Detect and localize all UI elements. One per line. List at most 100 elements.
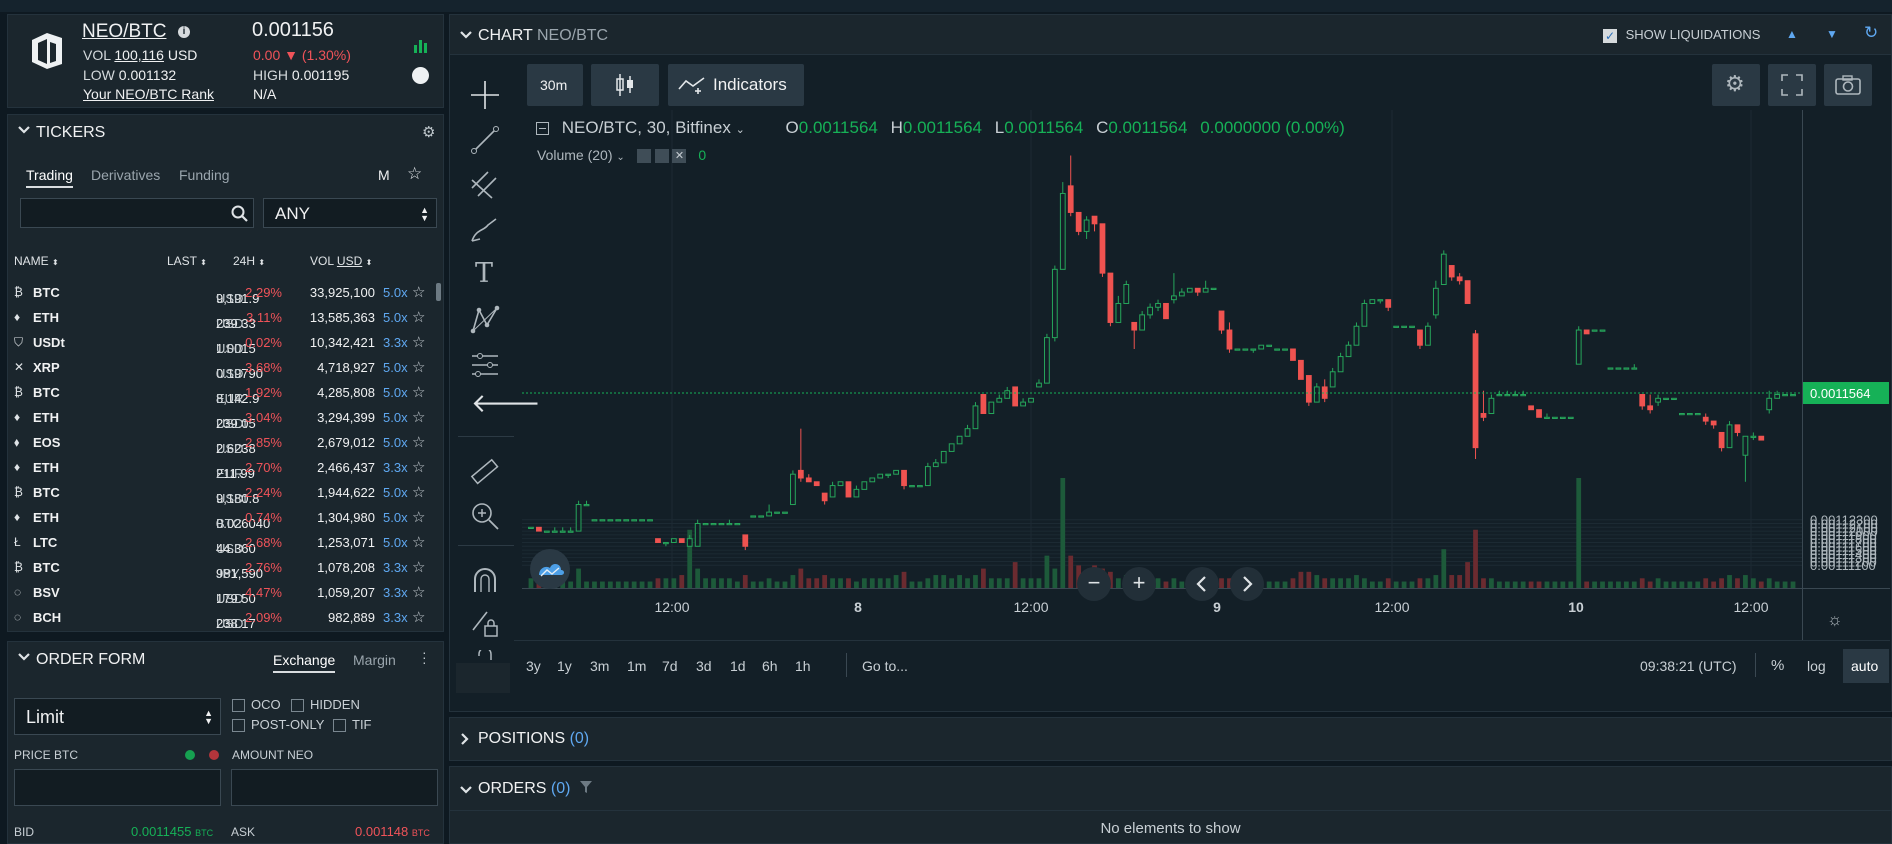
tickers-tab-funding[interactable]: Funding xyxy=(179,167,230,183)
ticker-leverage[interactable]: 5.0x xyxy=(383,535,408,550)
star-icon[interactable]: ☆ xyxy=(412,533,425,551)
cloud-logo-icon[interactable] xyxy=(530,549,570,589)
ticker-filter-select[interactable]: ANY ▲ ▼ xyxy=(263,198,437,228)
log-scale-button[interactable]: log xyxy=(1807,658,1826,674)
price-chart[interactable]: 0.00112300 0.00112200 0.00112100 0.00112000… xyxy=(522,110,1890,640)
timeframe-button[interactable]: 1d xyxy=(730,658,746,674)
ask-price[interactable]: 0.001148 BTC xyxy=(355,824,430,839)
star-icon[interactable]: ☆ xyxy=(412,433,425,451)
star-icon[interactable]: ☆ xyxy=(412,283,425,301)
positions-title[interactable]: POSITIONS (0) xyxy=(478,730,589,748)
ticker-leverage[interactable]: 5.0x xyxy=(383,385,408,400)
positions-expand-icon[interactable] xyxy=(460,732,470,746)
move-up-icon[interactable]: ▲ xyxy=(1786,27,1798,41)
pair-name[interactable]: NEO/BTC xyxy=(82,21,166,43)
ticker-leverage[interactable]: 5.0x xyxy=(383,485,408,500)
close-icon[interactable]: ✕ xyxy=(672,149,687,164)
timeframe-button[interactable]: 3y xyxy=(526,658,541,674)
ticker-leverage[interactable]: 3.3x xyxy=(383,560,408,575)
ticker-row[interactable]: ♦ ETH 239.05 USDt 3.04% 3,294,399 5.0x ☆ xyxy=(8,404,448,431)
price-input[interactable] xyxy=(14,769,221,806)
timeframe-button[interactable]: 3d xyxy=(696,658,712,674)
ticker-leverage[interactable]: 5.0x xyxy=(383,285,408,300)
amount-input[interactable] xyxy=(231,769,438,806)
star-icon[interactable]: ☆ xyxy=(412,358,425,376)
pattern-icon[interactable] xyxy=(470,305,500,335)
tickers-collapse-icon[interactable] xyxy=(17,125,31,135)
star-icon[interactable]: ☆ xyxy=(412,583,425,601)
ticker-leverage[interactable]: 3.3x xyxy=(383,610,408,625)
ticker-row[interactable]: ₿ BTC 8,142.9 EUR 1.92% 4,285,808 5.0x ☆ xyxy=(8,379,448,406)
tickers-settings-icon[interactable]: ⚙ xyxy=(422,123,435,141)
oco-checkbox[interactable]: OCO xyxy=(232,697,281,713)
info-icon[interactable]: i xyxy=(178,26,190,38)
tif-checkbox[interactable]: TIF xyxy=(333,717,372,733)
ticker-leverage[interactable]: 5.0x xyxy=(383,435,408,450)
col-last[interactable]: LAST ⬍ xyxy=(167,254,207,268)
star-icon[interactable]: ☆ xyxy=(412,308,425,326)
more-vertical-icon[interactable]: · · · xyxy=(422,645,427,669)
ticker-row[interactable]: ₿ BTC 981,590 JPY 2.76% 1,078,208 3.3x ☆ xyxy=(8,554,448,581)
timeframe-button[interactable]: 3m xyxy=(590,658,609,674)
timeframe-button[interactable]: 7d xyxy=(662,658,678,674)
order-form-collapse-icon[interactable] xyxy=(17,652,31,662)
ticker-leverage[interactable]: 5.0x xyxy=(383,360,408,375)
zoom-in-icon[interactable] xyxy=(470,501,500,531)
market-toggle-m[interactable]: M xyxy=(378,167,390,183)
ticker-row[interactable]: ⛉ USDt 1.0015 USD 0.02% 10,342,421 3.3x ☆ xyxy=(8,329,448,356)
ticker-row[interactable]: ♦ ETH 239.33 USD 3.11% 13,585,363 5.0x ☆ xyxy=(8,304,448,331)
eye-icon[interactable] xyxy=(636,149,651,164)
legend-symbol[interactable]: NEO/BTC, 30, Bitfinex xyxy=(562,118,731,137)
lock-drawing-icon[interactable] xyxy=(470,608,500,638)
star-icon[interactable]: ☆ xyxy=(412,558,425,576)
scroll-right-button[interactable] xyxy=(1230,567,1264,601)
tickers-tab-derivatives[interactable]: Derivatives xyxy=(91,167,160,183)
star-icon[interactable]: ☆ xyxy=(412,608,425,626)
trend-line-icon[interactable] xyxy=(470,125,500,155)
ticker-row[interactable]: ◌ BCH 238.17 USD 2.09% 982,889 3.3x ☆ xyxy=(8,604,448,631)
refresh-icon[interactable]: ↻ xyxy=(1864,23,1878,43)
chart-collapse-icon[interactable] xyxy=(459,30,473,40)
magnet-icon[interactable] xyxy=(470,565,500,595)
ticker-row[interactable]: ₿ BTC 9,191.9 USD 2.29% 33,925,100 5.0x ☆ xyxy=(8,279,448,306)
hidden-checkbox[interactable]: HIDDEN xyxy=(291,697,360,713)
move-down-icon[interactable]: ▼ xyxy=(1826,27,1838,41)
star-icon[interactable]: ☆ xyxy=(412,508,425,526)
col-vol[interactable]: VOL USD ⬍ xyxy=(310,254,372,268)
ticker-row[interactable]: ♦ ETH 0.026040 BTC 0.74% 1,304,980 5.0x ☆ xyxy=(8,504,448,531)
auto-scale-button[interactable]: auto xyxy=(1843,649,1889,683)
chevron-down-icon[interactable]: ⌄ xyxy=(736,124,745,136)
timeframe-button[interactable]: 6h xyxy=(762,658,778,674)
ticker-row[interactable]: ✕ XRP 0.19790 USD 3.68% 4,718,927 5.0x ☆ xyxy=(8,354,448,381)
fib-lines-icon[interactable] xyxy=(470,170,500,200)
scroll-left-button[interactable] xyxy=(1185,567,1219,601)
chevron-down-icon[interactable]: ⌄ xyxy=(616,152,624,163)
star-icon[interactable]: ☆ xyxy=(412,483,425,501)
legend-collapse-icon[interactable] xyxy=(536,122,549,136)
ticker-leverage[interactable]: 3.3x xyxy=(383,335,408,350)
zoom-in-button[interactable]: + xyxy=(1122,567,1156,601)
favorite-star-icon[interactable]: ☆ xyxy=(407,164,422,184)
col-name[interactable]: NAME ⬍ xyxy=(14,254,59,268)
filter-icon[interactable] xyxy=(580,781,592,793)
chart-toggle-icon[interactable] xyxy=(412,67,429,84)
star-icon[interactable]: ☆ xyxy=(412,408,425,426)
ticker-row[interactable]: Ł LTC 44.360 USD 2.68% 1,253,071 5.0x ☆ xyxy=(8,529,448,556)
screenshot-button[interactable] xyxy=(1824,64,1872,106)
crosshair-icon[interactable] xyxy=(470,80,500,110)
ticker-search-input[interactable] xyxy=(20,198,254,228)
indicators-button[interactable]: Indicators xyxy=(668,64,804,106)
ticker-leverage[interactable]: 5.0x xyxy=(383,410,408,425)
rank-link[interactable]: Your NEO/BTC Rank xyxy=(83,86,214,102)
show-liquidations-checkbox[interactable]: ✓ SHOW LIQUIDATIONS xyxy=(1603,27,1760,43)
star-icon[interactable]: ☆ xyxy=(412,333,425,351)
text-tool-icon[interactable]: T xyxy=(475,258,493,289)
price-bid-dot[interactable] xyxy=(185,750,195,760)
order-type-select[interactable]: Limit ▲ ▼ xyxy=(14,698,221,735)
ticker-leverage[interactable]: 5.0x xyxy=(383,310,408,325)
settings-small-icon[interactable] xyxy=(654,149,669,164)
volume-label[interactable]: Volume (20) xyxy=(537,147,612,163)
ticker-leverage[interactable]: 3.3x xyxy=(383,585,408,600)
post-only-checkbox[interactable]: POST-ONLY xyxy=(232,717,324,733)
ticker-leverage[interactable]: 5.0x xyxy=(383,510,408,525)
